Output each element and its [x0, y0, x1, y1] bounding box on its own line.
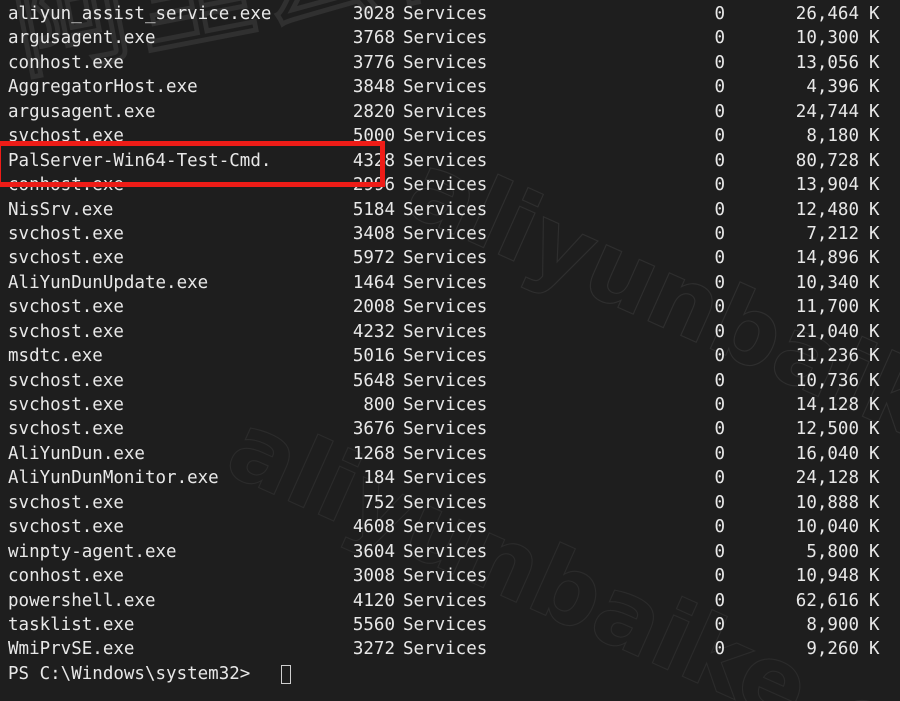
- process-mem-usage: 10,948: [795, 566, 859, 587]
- process-row: winpty-agent.exe 3604 Services 0 5,800 K: [0, 540, 900, 564]
- process-row: svchost.exe 3676 Services 0 12,500 K: [0, 417, 900, 441]
- process-mem-unit: K: [869, 468, 880, 489]
- process-row: svchost.exe 4232 Services 0 21,040 K: [0, 320, 900, 344]
- process-mem-unit: K: [869, 126, 880, 147]
- process-mem-unit: K: [869, 566, 880, 587]
- process-row: svchost.exe 2008 Services 0 11,700 K: [0, 295, 900, 319]
- process-mem-usage: 10,300: [795, 28, 859, 49]
- process-mem-usage: 11,700: [795, 297, 859, 318]
- process-mem-usage: 7,212: [806, 223, 859, 244]
- process-mem-unit: K: [869, 321, 880, 342]
- process-row: svchost.exe 4608 Services 0 10,040 K: [0, 515, 900, 539]
- process-mem-unit: K: [869, 4, 880, 24]
- process-mem-unit: K: [869, 101, 880, 122]
- process-mem-unit: K: [869, 395, 880, 415]
- process-row: AliYunDun.exe 1268 Services 0 16,040 K: [0, 442, 900, 466]
- process-row: svchost.exe 5000 Services 0 8,180 K: [0, 124, 900, 148]
- process-mem-unit: K: [869, 346, 880, 367]
- process-mem-unit: K: [869, 52, 880, 73]
- process-row: conhost.exe 3008 Services 0 10,948 K: [0, 564, 900, 588]
- process-mem-unit: K: [869, 614, 880, 635]
- process-mem-unit: K: [869, 443, 880, 464]
- process-row: aliyun_assist_service.exe 3028 Services 0 26…: [0, 2, 900, 26]
- process-mem-usage: 21,040: [795, 321, 859, 342]
- process-row: svchost.exe 752 Services 0 10,888 K: [0, 491, 900, 515]
- process-mem-unit: K: [869, 419, 880, 440]
- process-row: tasklist.exe 5560 Services 0 8,900 K: [0, 613, 900, 637]
- process-mem-unit: K: [869, 297, 880, 318]
- prompt-text: PS C:\Windows\system32>: [8, 663, 251, 684]
- process-mem-usage: 80,728: [795, 150, 859, 171]
- process-mem-unit: K: [869, 175, 880, 196]
- process-mem-unit: K: [869, 370, 880, 391]
- process-row: msdtc.exe 5016 Services 0 11,236 K: [0, 344, 900, 368]
- process-mem-unit: K: [869, 248, 880, 269]
- process-mem-usage: 14,896: [795, 248, 859, 269]
- process-mem-usage: 11,236: [795, 346, 859, 367]
- process-mem-usage: 5,800: [806, 541, 859, 562]
- process-row: AliYunDunUpdate.exe 1464 Services 0 10,340 K: [0, 271, 900, 295]
- process-mem-usage: 14,128: [795, 395, 859, 415]
- process-mem-unit: K: [869, 590, 880, 611]
- process-row: WmiPrvSE.exe 3272 Services 0 9,260 K: [0, 637, 900, 661]
- process-row: svchost.exe 5648 Services 0 10,736 K: [0, 369, 900, 393]
- process-mem-usage: 8,180: [806, 126, 859, 147]
- process-mem-usage: 24,744: [795, 101, 859, 122]
- process-mem-usage: 4,396: [806, 77, 859, 98]
- process-mem-usage: 10,736: [795, 370, 859, 391]
- process-mem-usage: 10,340: [795, 272, 859, 293]
- process-mem-usage: 8,900: [806, 614, 859, 635]
- process-mem-unit: K: [869, 150, 880, 171]
- block-cursor-icon: [281, 664, 291, 684]
- process-row: AggregatorHost.exe 3848 Services 0 4,396 K: [0, 75, 900, 99]
- process-row: AliYunDunMonitor.exe 184 Services 0 24,128 K: [0, 466, 900, 490]
- process-mem-usage: 16,040: [795, 443, 859, 464]
- process-row: argusagent.exe 3768 Services 0 10,300 K: [0, 26, 900, 50]
- process-mem-unit: K: [869, 272, 880, 293]
- process-mem-usage: 13,056: [795, 52, 859, 73]
- process-mem-usage: 12,500: [795, 419, 859, 440]
- process-mem-usage: 10,040: [795, 517, 859, 538]
- process-row: PalServer-Win64-Test-Cmd. 4328 Services 0 80…: [0, 149, 900, 173]
- process-row: argusagent.exe 2820 Services 0 24,744 K: [0, 100, 900, 124]
- process-mem-unit: K: [869, 492, 880, 513]
- process-mem-unit: K: [869, 28, 880, 49]
- process-mem-usage: 10,888: [795, 492, 859, 513]
- process-mem-usage: 62,616: [795, 590, 859, 611]
- process-mem-unit: K: [869, 517, 880, 538]
- process-row: powershell.exe 4120 Services 0 62,616 K: [0, 589, 900, 613]
- tasklist-output: aliyun_assist_service.exe 3028 Services 0 26…: [0, 0, 900, 662]
- process-mem-unit: K: [869, 199, 880, 220]
- process-mem-unit: K: [869, 77, 880, 98]
- process-mem-usage: 26,464: [795, 4, 859, 24]
- process-mem-usage: 24,128: [795, 468, 859, 489]
- process-row: svchost.exe 800 Services 0 14,128 K: [0, 393, 900, 417]
- process-mem-usage: 9,260: [806, 639, 859, 660]
- powershell-terminal-window[interactable]: 阿里云百科 aliyunbaike.com aliyunbaike.com al…: [0, 0, 900, 701]
- process-row: NisSrv.exe 5184 Services 0 12,480 K: [0, 198, 900, 222]
- process-row: svchost.exe 5972 Services 0 14,896 K: [0, 246, 900, 270]
- process-row: svchost.exe 3408 Services 0 7,212 K: [0, 222, 900, 246]
- process-mem-usage: 13,904: [795, 175, 859, 196]
- process-mem-usage: 12,480: [795, 199, 859, 220]
- process-mem-unit: K: [869, 639, 880, 660]
- process-row: conhost.exe 2996 Services 0 13,904 K: [0, 173, 900, 197]
- process-mem-unit: K: [869, 223, 880, 244]
- process-mem-unit: K: [869, 541, 880, 562]
- prompt-line[interactable]: PS C:\Windows\system32>: [0, 662, 900, 686]
- process-row: conhost.exe 3776 Services 0 13,056 K: [0, 51, 900, 75]
